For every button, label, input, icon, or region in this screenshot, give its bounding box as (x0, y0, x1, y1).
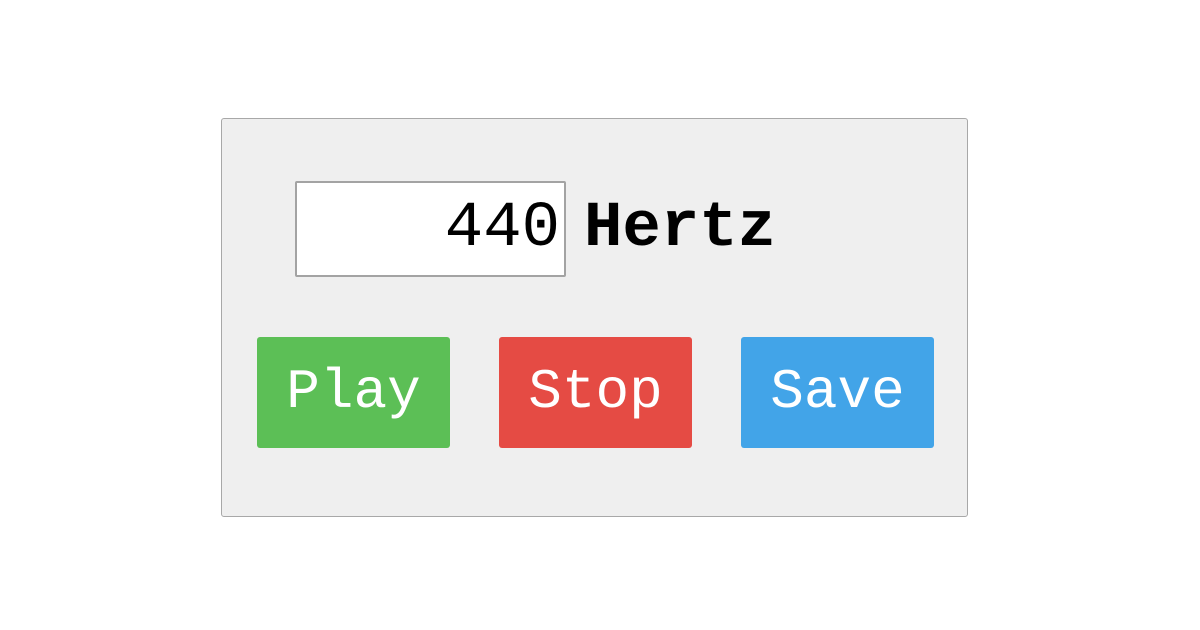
tone-generator-panel: Hertz Play Stop Save (221, 118, 968, 517)
frequency-input[interactable] (295, 181, 566, 277)
save-button[interactable]: Save (741, 337, 934, 448)
play-button[interactable]: Play (257, 337, 450, 448)
stop-button[interactable]: Stop (499, 337, 692, 448)
frequency-unit-label: Hertz (584, 193, 777, 265)
